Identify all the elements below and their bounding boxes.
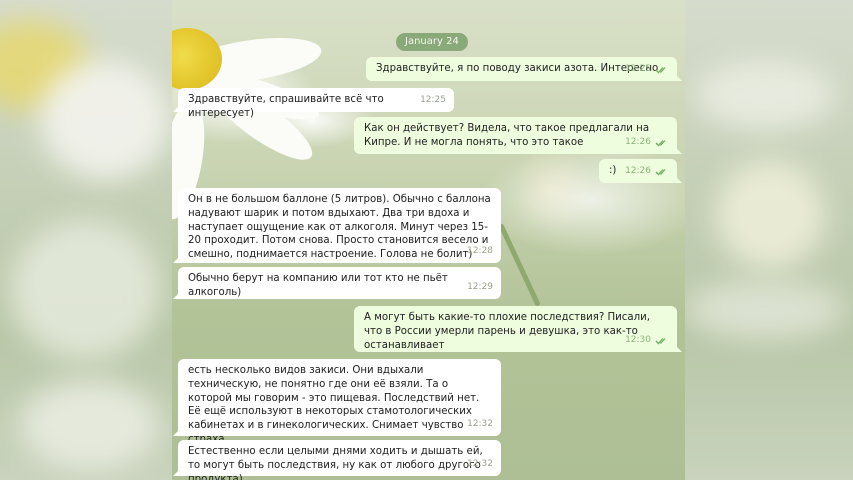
message-meta: 12:32 (467, 418, 493, 432)
daisy-stem-decoration (498, 223, 541, 307)
message-meta: 12:29 (467, 281, 493, 295)
message-outgoing[interactable]: Как он действует? Видела, что такое пред… (354, 117, 677, 154)
chat-view[interactable]: January 24 Здравствуйте, я по поводу зак… (172, 0, 685, 480)
message-time: 12:25 (625, 64, 651, 75)
message-time: 12:32 (467, 419, 493, 430)
message-text: есть несколько видов закиси. Они вдыхали… (188, 365, 480, 445)
message-meta: 12:30 (625, 334, 669, 348)
message-text: Он в не большом баллоне (5 литров). Обыч… (188, 194, 494, 261)
message-time: 12:28 (467, 246, 493, 257)
message-incoming[interactable]: Здравствуйте, спрашивайте всё что интере… (178, 88, 454, 119)
message-meta: 12:25 (420, 94, 446, 108)
message-text: Обычно берут на компанию или тот кто не … (188, 273, 452, 298)
message-meta: 12:26 (625, 136, 669, 150)
right-blurred-background (685, 0, 853, 480)
message-outgoing[interactable]: :) 12:26 (599, 159, 677, 183)
double-check-icon (655, 169, 666, 176)
message-meta: 12:26 (625, 165, 669, 179)
message-time: 12:25 (420, 95, 446, 106)
double-check-icon (655, 67, 666, 74)
message-incoming[interactable]: Он в не большом баллоне (5 литров). Обыч… (178, 188, 501, 263)
left-blurred-background (0, 0, 172, 480)
message-incoming[interactable]: Обычно берут на компанию или тот кто не … (178, 267, 501, 299)
message-meta: 12:28 (467, 245, 493, 259)
message-meta: 12:32 (467, 458, 493, 472)
double-check-icon (655, 140, 666, 147)
message-time: 12:26 (625, 137, 651, 148)
message-incoming[interactable]: Естественно если целыми днями ходить и д… (178, 440, 501, 480)
message-outgoing[interactable]: А могут быть какие-то плохие последствия… (354, 306, 677, 352)
date-separator: January 24 (396, 33, 468, 51)
message-text: Естественно если целыми днями ходить и д… (188, 446, 486, 480)
message-text: Как он действует? Видела, что такое пред… (364, 123, 653, 148)
message-text: Здравствуйте, я по поводу закиси азота. … (376, 63, 659, 74)
message-outgoing[interactable]: Здравствуйте, я по поводу закиси азота. … (366, 57, 677, 81)
message-time: 12:32 (467, 459, 493, 470)
message-incoming[interactable]: есть несколько видов закиси. Они вдыхали… (178, 359, 501, 445)
message-time: 12:29 (467, 282, 493, 293)
message-time: 12:26 (625, 166, 651, 177)
message-text: :) (609, 165, 617, 176)
double-check-icon (655, 338, 666, 345)
message-meta: 12:25 (625, 63, 669, 77)
message-time: 12:30 (625, 335, 651, 346)
message-text: А могут быть какие-то плохие последствия… (364, 312, 654, 351)
